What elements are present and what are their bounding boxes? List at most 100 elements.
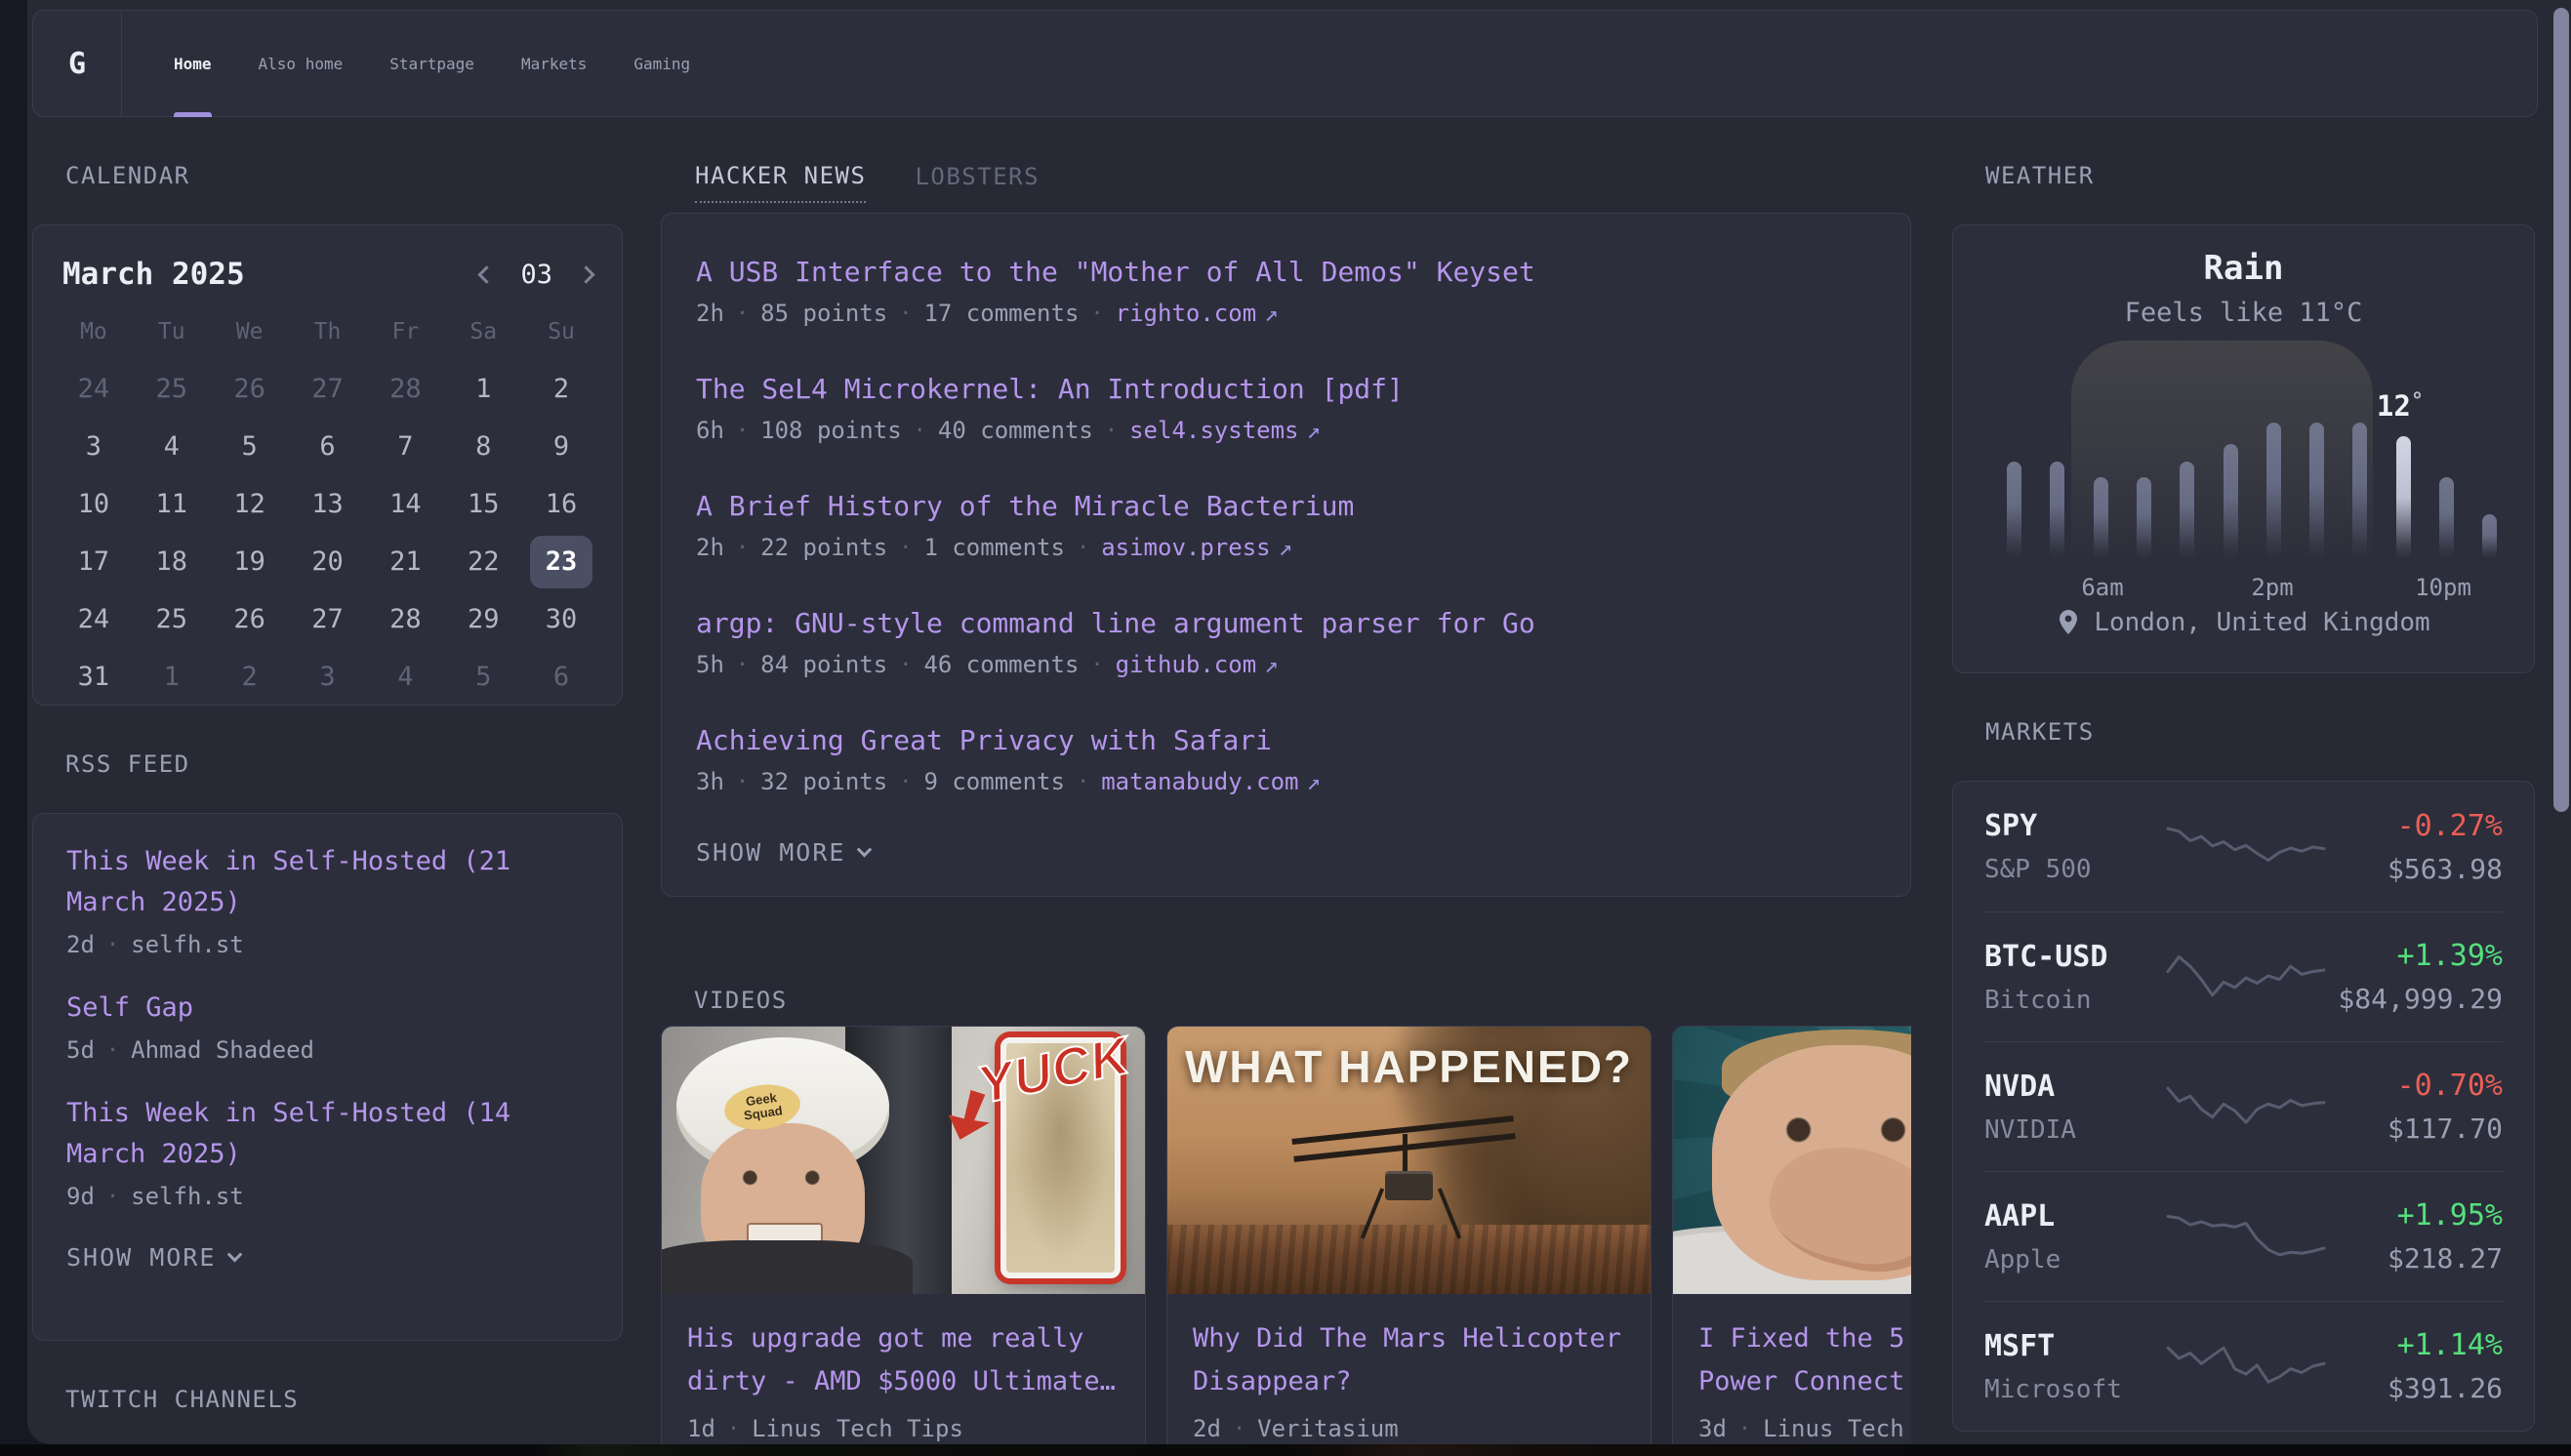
twitch-widget: TWITCH CHANNELS (32, 1386, 623, 1413)
calendar-prev-button[interactable] (480, 268, 493, 281)
meta-separator: · (106, 1185, 119, 1209)
news-item-comments: 9 comments (923, 768, 1065, 795)
weather-hour-bar (2482, 514, 2497, 559)
video-card[interactable]: DOTHTH I Fixed the 5 Power Connect 3d · … (1672, 1026, 1911, 1444)
market-row[interactable]: BTC-USD Bitcoin +1.39% $84,999.29 (1984, 911, 2503, 1041)
nav-tab[interactable]: Home (174, 11, 212, 116)
market-row[interactable]: NVDA NVIDIA -0.70% $117.70 (1984, 1041, 2503, 1171)
news-item: A Brief History of the Miracle Bacterium… (696, 487, 1876, 561)
weather-hour-bar (2396, 436, 2411, 559)
nav-tab[interactable]: Gaming (633, 11, 690, 116)
meta-separator: · (1090, 302, 1103, 326)
video-title-link[interactable]: Why Did The Mars Helicopter Disappear? (1193, 1317, 1625, 1403)
calendar-day: 16 (530, 478, 592, 531)
rss-show-more-button[interactable]: SHOW MORE (66, 1243, 240, 1272)
calendar-day: 20 (296, 536, 358, 588)
news-item-meta: 2h · 22 points · 1 comments · asimov.pre… (696, 534, 1876, 561)
market-sparkline (2164, 817, 2328, 877)
show-more-label: SHOW MORE (696, 838, 845, 867)
page-scrollbar[interactable] (2553, 8, 2569, 812)
top-nav: G Home Also home Startpage Markets Gaming (32, 10, 2538, 117)
news-tabs: HACKER NEWS LOBSTERS (661, 162, 1911, 203)
sparkline-chart (2164, 1076, 2328, 1137)
market-symbol: AAPL (1984, 1199, 2164, 1234)
calendar-day-cell: 1 (444, 360, 522, 418)
markets-card: SPY S&P 500 -0.27% $563.98 (1952, 781, 2535, 1432)
news-tab[interactable]: HACKER NEWS (695, 162, 866, 203)
weather-hour-bar (2050, 462, 2064, 559)
news-item-domain-link[interactable]: asimov.press ↗ (1101, 534, 1292, 561)
news-item-age: 2h (696, 534, 724, 561)
calendar-day-cell: 16 (522, 475, 600, 533)
rss-item-meta: 5d · Ahmad Shadeed (66, 1036, 589, 1064)
calendar-day-cell: 30 (522, 590, 600, 648)
calendar-day-cell: 1 (133, 648, 211, 706)
news-item-age: 3h (696, 768, 724, 795)
calendar-next-button[interactable] (580, 268, 592, 281)
calendar-day: 25 (141, 363, 203, 416)
nav-tab[interactable]: Startpage (389, 11, 474, 116)
external-link-icon: ↗ (1279, 534, 1292, 561)
news-item-title-link[interactable]: argp: GNU-style command line argument pa… (696, 604, 1876, 643)
dashboard-page: G HomeAlso homeStartpageMarketsGaming CA… (27, 0, 2571, 1444)
news-item-title-link[interactable]: A USB Interface to the "Mother of All De… (696, 253, 1876, 292)
news-item-meta: 5h · 84 points · 46 comments · github.co… (696, 651, 1876, 678)
news-item-domain-link[interactable]: github.com ↗ (1116, 651, 1279, 678)
calendar-day-cell: 18 (133, 533, 211, 590)
right-column: WEATHER Rain Feels like 11°C 12° 6am2pm1… (1952, 117, 2535, 1432)
weather-condition: Rain (1953, 225, 2534, 288)
app-logo[interactable]: G (33, 11, 121, 116)
video-thumbnail[interactable]: YUCKGeek Squad (662, 1027, 1145, 1294)
news-item-domain-link[interactable]: sel4.systems ↗ (1129, 417, 1321, 444)
market-row[interactable]: AAPL Apple +1.95% $218.27 (1984, 1171, 2503, 1301)
meta-separator: · (736, 536, 749, 560)
market-row[interactable]: SPY S&P 500 -0.27% $563.98 (1984, 782, 2503, 911)
news-tab[interactable]: LOBSTERS (915, 162, 1040, 203)
news-item-title-link[interactable]: The SeL4 Microkernel: An Introduction [p… (696, 370, 1876, 409)
market-symbol: NVDA (1984, 1070, 2164, 1104)
calendar-day-cell: 23 (522, 533, 600, 590)
market-sparkline (2164, 1336, 2328, 1396)
sparkline-chart (2164, 947, 2328, 1007)
market-change: +1.14% (2328, 1328, 2503, 1362)
thumbnail-overlay-text: WHAT HAPPENED? (1167, 1040, 1651, 1093)
rss-item-title-link[interactable]: This Week in Self-Hosted (14 March 2025) (66, 1093, 589, 1175)
market-row[interactable]: MSFT Microsoft +1.14% $391.26 (1984, 1301, 2503, 1431)
calendar-weekday-label: We (211, 317, 289, 346)
market-values: -0.27% $563.98 (2328, 809, 2503, 885)
meta-separator: · (736, 653, 749, 677)
video-thumbnail[interactable]: DOTHTH (1673, 1027, 1911, 1294)
news-item-domain-link[interactable]: matanabudy.com ↗ (1101, 768, 1321, 795)
video-card[interactable]: YUCKGeek Squad His upgrade got me really… (661, 1026, 1146, 1444)
rss-item-age: 2d (66, 931, 95, 958)
calendar-day-cell: 26 (211, 590, 289, 648)
news-item-points: 108 points (760, 417, 902, 444)
weather-axis-label: 6am (2081, 574, 2123, 601)
news-item-points: 22 points (760, 534, 887, 561)
news-item-domain-link[interactable]: righto.com ↗ (1116, 300, 1279, 327)
calendar-weekday-label: Mo (55, 317, 133, 346)
calendar-day-cell: 31 (55, 648, 133, 706)
meta-separator: · (727, 1417, 740, 1441)
weather-location[interactable]: London, United Kingdom (1953, 608, 2534, 637)
rss-item-title-link[interactable]: This Week in Self-Hosted (21 March 2025) (66, 841, 589, 923)
nav-tabs: Home Also home Startpage Markets Gaming (122, 11, 690, 116)
video-title-link[interactable]: His upgrade got me really dirty - AMD $5… (687, 1317, 1120, 1403)
calendar-day: 19 (219, 536, 281, 588)
news-item-comments: 46 comments (923, 651, 1079, 678)
calendar-day-cell: 6 (522, 648, 600, 706)
rss-item-title-link[interactable]: Self Gap (66, 988, 589, 1029)
video-thumbnail[interactable]: WHAT HAPPENED? (1167, 1027, 1651, 1294)
calendar-day-cell: 28 (366, 590, 444, 648)
nav-tab[interactable]: Markets (521, 11, 587, 116)
video-card[interactable]: WHAT HAPPENED? Why Did The Mars Helicopt… (1166, 1026, 1652, 1444)
news-item-title-link[interactable]: Achieving Great Privacy with Safari (696, 721, 1876, 760)
video-title-link[interactable]: I Fixed the 5 Power Connect (1698, 1317, 1911, 1403)
market-name: NVIDIA (1984, 1115, 2164, 1145)
calendar-day-cell: 2 (211, 648, 289, 706)
nav-tab[interactable]: Also home (259, 11, 344, 116)
calendar-day: 7 (374, 421, 436, 473)
market-symbol: BTC-USD (1984, 940, 2164, 974)
news-item-title-link[interactable]: A Brief History of the Miracle Bacterium (696, 487, 1876, 526)
news-show-more-button[interactable]: SHOW MORE (696, 838, 870, 867)
